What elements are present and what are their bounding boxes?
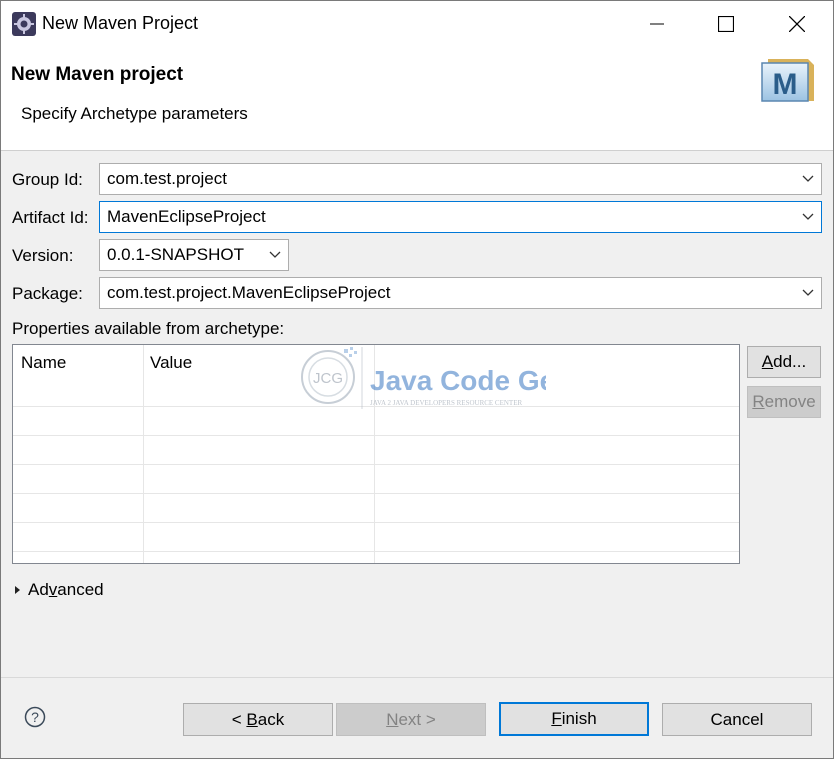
properties-label: Properties available from archetype: bbox=[12, 319, 285, 338]
column-divider bbox=[143, 345, 144, 563]
add-label-mnemonic: A bbox=[761, 352, 774, 371]
cancel-button[interactable]: Cancel bbox=[662, 703, 812, 736]
table-row-divider bbox=[13, 551, 739, 552]
close-icon bbox=[789, 16, 805, 32]
chevron-down-icon[interactable] bbox=[802, 164, 814, 194]
help-icon[interactable]: ? bbox=[24, 706, 46, 728]
advanced-label-end: anced bbox=[57, 580, 104, 599]
advanced-label-start: Ad bbox=[28, 580, 49, 599]
next-button[interactable]: Next > bbox=[336, 703, 486, 736]
group-id-value[interactable]: com.test.project bbox=[107, 169, 227, 188]
finish-label-end: inish bbox=[561, 709, 597, 728]
back-button[interactable]: < Back bbox=[183, 703, 333, 736]
close-button[interactable] bbox=[774, 1, 820, 47]
next-label-mnemonic: N bbox=[386, 709, 399, 729]
table-row-divider bbox=[13, 522, 739, 523]
group-id-label: Group Id: bbox=[12, 170, 83, 189]
svg-text:M: M bbox=[773, 68, 798, 101]
finish-button[interactable]: Finish bbox=[499, 702, 649, 736]
chevron-down-icon[interactable] bbox=[802, 278, 814, 308]
version-label: Version: bbox=[12, 246, 74, 265]
back-label-mnemonic: B bbox=[246, 709, 258, 729]
advanced-expander[interactable]: Ad v anced bbox=[13, 580, 104, 600]
column-header-value[interactable]: Value bbox=[150, 353, 192, 373]
remove-label-mnemonic: R bbox=[752, 392, 765, 411]
maximize-button[interactable] bbox=[703, 1, 749, 47]
version-value[interactable]: 0.0.1-SNAPSHOT bbox=[107, 245, 244, 264]
minimize-button[interactable] bbox=[634, 1, 680, 47]
title-bar[interactable]: New Maven Project bbox=[1, 1, 833, 47]
finish-label-mnemonic: F bbox=[551, 709, 562, 728]
svg-text:JAVA 2 JAVA DEVELOPERS RESOURC: JAVA 2 JAVA DEVELOPERS RESOURCE CENTER bbox=[370, 399, 522, 407]
advanced-label-mnemonic: v bbox=[48, 580, 58, 599]
new-maven-project-dialog: New Maven Project New Maven project Spec… bbox=[0, 0, 834, 759]
eclipse-gear-icon bbox=[12, 12, 36, 36]
properties-table[interactable]: Name Value JCG Java Code Geeks JAVA 2 JA… bbox=[12, 344, 740, 564]
cancel-label: Cancel bbox=[710, 709, 764, 729]
svg-text:Java Code Geeks: Java Code Geeks bbox=[370, 365, 546, 396]
page-subtitle: Specify Archetype parameters bbox=[21, 104, 248, 123]
table-row-divider bbox=[13, 493, 739, 494]
artifact-id-label: Artifact Id: bbox=[12, 208, 89, 227]
artifact-id-combo[interactable]: MavenEclipseProject bbox=[99, 201, 822, 233]
table-row-divider bbox=[13, 464, 739, 465]
svg-text:JCG: JCG bbox=[313, 370, 343, 387]
package-value[interactable]: com.test.project.MavenEclipseProject bbox=[107, 283, 390, 302]
wizard-header: New Maven project Specify Archetype para… bbox=[1, 47, 833, 151]
maximize-icon bbox=[718, 16, 734, 32]
expand-triangle-icon bbox=[15, 586, 20, 594]
chevron-down-icon[interactable] bbox=[802, 202, 814, 232]
remove-button[interactable]: Remove bbox=[747, 386, 821, 418]
java-code-geeks-watermark: JCG Java Code Geeks JAVA 2 JAVA DEVELOPE… bbox=[301, 347, 546, 409]
maven-logo-icon: M bbox=[761, 59, 814, 102]
back-label-start: < bbox=[231, 709, 247, 729]
footer-separator bbox=[1, 677, 833, 678]
remove-label-end: emove bbox=[764, 392, 816, 411]
chevron-down-icon[interactable] bbox=[269, 240, 281, 270]
window-title: New Maven Project bbox=[42, 13, 199, 33]
page-title: New Maven project bbox=[11, 64, 184, 85]
back-label-end: ack bbox=[257, 709, 285, 729]
minimize-icon bbox=[650, 23, 664, 25]
add-label-end: dd... bbox=[773, 352, 807, 371]
group-id-combo[interactable]: com.test.project bbox=[99, 163, 822, 195]
next-label-end: ext > bbox=[398, 709, 436, 729]
package-label: Package: bbox=[12, 284, 83, 303]
add-button[interactable]: Add... bbox=[747, 346, 821, 378]
package-combo[interactable]: com.test.project.MavenEclipseProject bbox=[99, 277, 822, 309]
artifact-id-value[interactable]: MavenEclipseProject bbox=[107, 207, 266, 226]
table-row-divider bbox=[13, 435, 739, 436]
version-combo[interactable]: 0.0.1-SNAPSHOT bbox=[99, 239, 289, 271]
column-header-name[interactable]: Name bbox=[21, 353, 66, 373]
svg-text:?: ? bbox=[31, 709, 39, 725]
